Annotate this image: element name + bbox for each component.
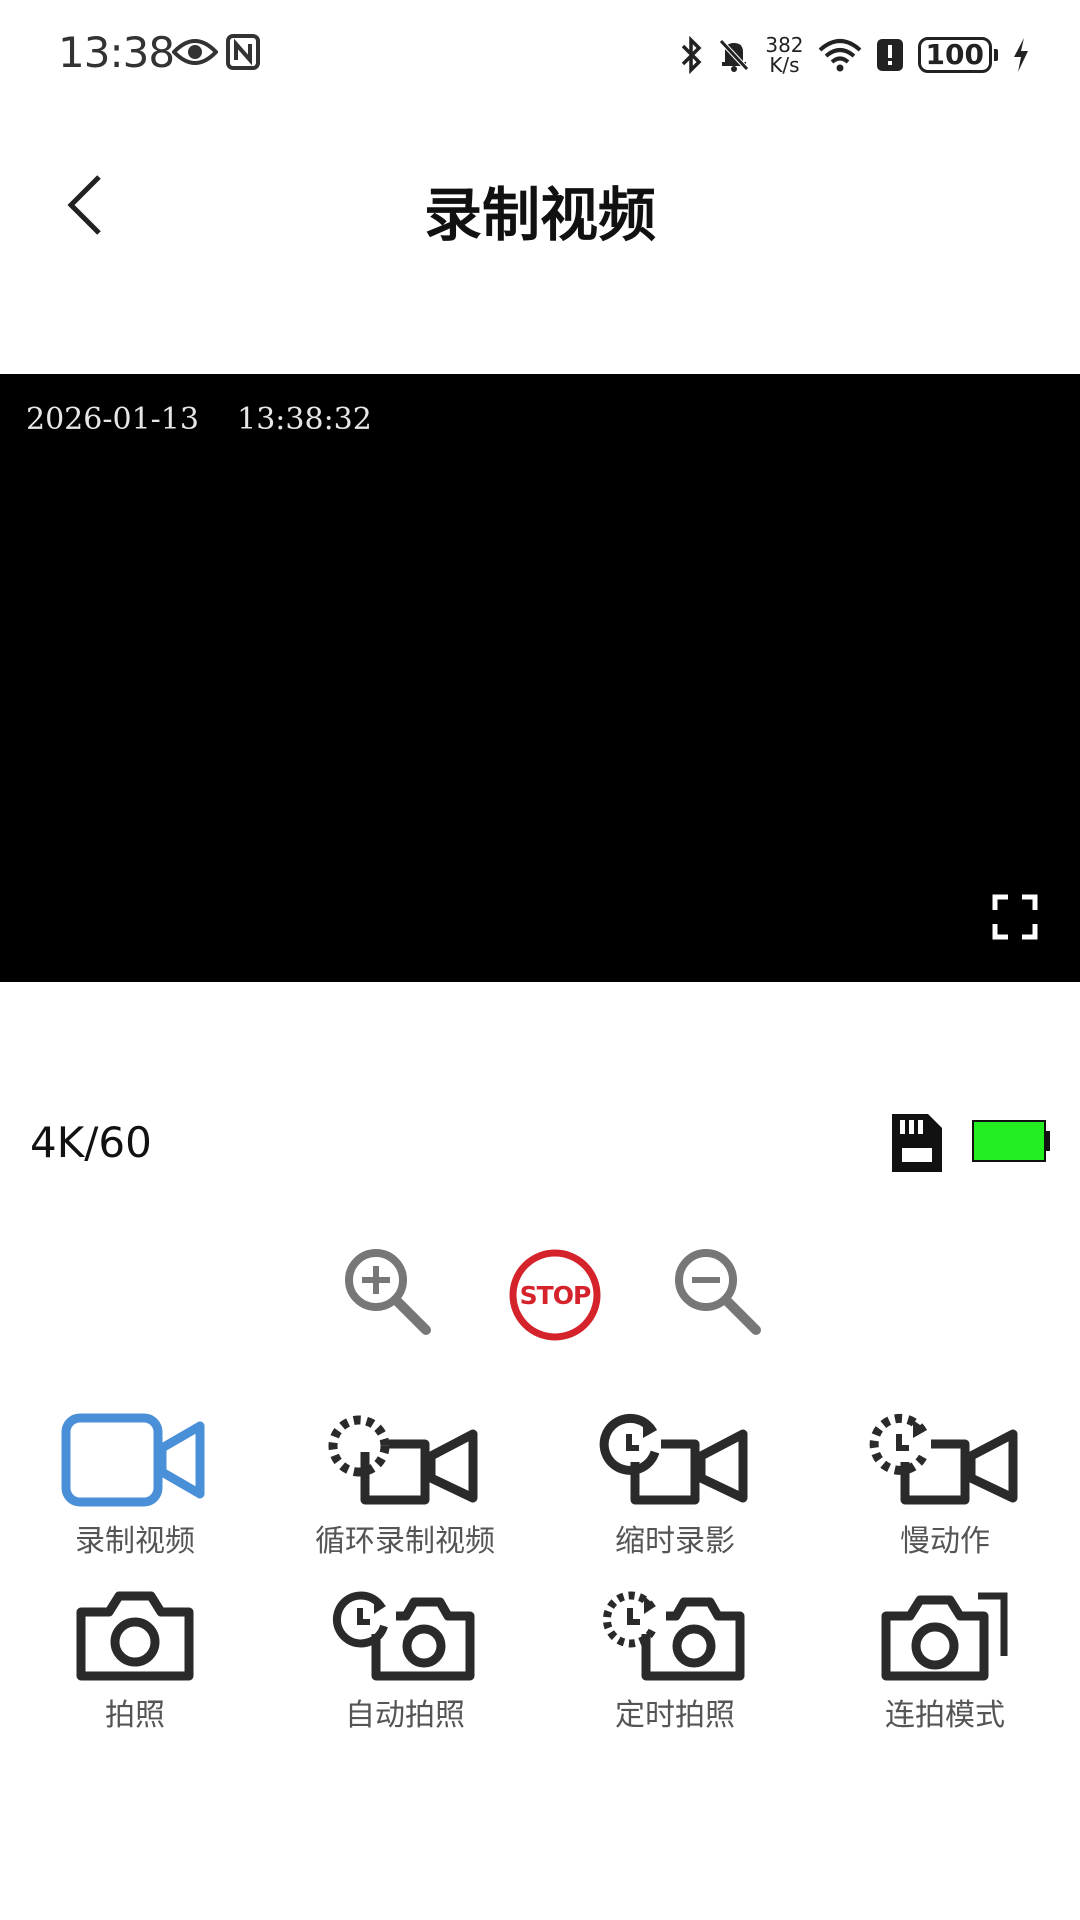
mode-label: 录制视频 xyxy=(75,1524,195,1559)
charging-icon xyxy=(1014,38,1028,72)
resolution-label: 4K/60 xyxy=(30,1118,152,1167)
device-battery xyxy=(972,1120,1046,1162)
mode-label: 循环录制视频 xyxy=(315,1524,495,1559)
mode-photo[interactable]: 拍照 xyxy=(20,1590,250,1734)
fullscreen-icon[interactable] xyxy=(992,894,1038,940)
sd-card-icon xyxy=(892,1114,942,1172)
battery-tip xyxy=(994,49,998,61)
mode-slow-motion[interactable]: 慢动作 xyxy=(830,1412,1060,1560)
zoom-out-icon[interactable] xyxy=(670,1244,764,1338)
wifi-icon xyxy=(818,39,861,72)
mode-label: 缩时录影 xyxy=(615,1524,735,1559)
nfc-icon xyxy=(226,34,260,70)
net-speed-unit: K/s xyxy=(769,53,800,77)
mode-label: 连拍模式 xyxy=(885,1698,1005,1733)
mode-auto-photo[interactable]: 自动拍照 xyxy=(290,1590,520,1734)
stop-label: STOP xyxy=(519,1280,592,1310)
bell-off-icon xyxy=(719,39,750,72)
mode-label: 定时拍照 xyxy=(615,1698,735,1733)
mode-label: 自动拍照 xyxy=(345,1698,465,1733)
eye-icon xyxy=(172,39,218,65)
timer-photo-icon xyxy=(602,1591,745,1681)
zoom-in-icon[interactable] xyxy=(340,1244,434,1338)
preview-timestamp: 2026-01-13 13:38:32 xyxy=(26,402,372,437)
bluetooth-icon xyxy=(682,36,702,74)
mode-timer-photo[interactable]: 定时拍照 xyxy=(560,1590,790,1734)
video-camera-icon xyxy=(61,1413,205,1507)
battery-icon: 100 xyxy=(917,37,998,73)
status-time: 13:38 xyxy=(58,28,175,77)
mode-burst[interactable]: 连拍模式 xyxy=(830,1590,1060,1734)
battery-level: 100 xyxy=(917,37,992,73)
net-speed: 382 K/s xyxy=(765,35,803,75)
status-bar: 13:38 382 K/s 100 xyxy=(0,0,1080,110)
page-title: 录制视频 xyxy=(423,181,656,249)
timelapse-video-icon xyxy=(599,1413,748,1505)
slow-motion-icon xyxy=(869,1413,1018,1505)
title-bar: 录制视频 xyxy=(0,140,1080,270)
status-right: 382 K/s 100 xyxy=(679,30,1030,80)
camera-preview[interactable]: 2026-01-13 13:38:32 xyxy=(0,374,1080,982)
mode-label: 慢动作 xyxy=(900,1524,990,1559)
stop-button[interactable]: STOP xyxy=(508,1248,602,1342)
device-battery-tip xyxy=(1046,1131,1050,1151)
burst-photo-icon xyxy=(881,1592,1008,1681)
mode-loop-video[interactable]: 循环录制视频 xyxy=(290,1412,520,1560)
net-speed-value: 382 xyxy=(765,33,804,57)
loop-video-icon xyxy=(328,1415,478,1505)
auto-photo-icon xyxy=(332,1591,475,1681)
mode-record-video[interactable]: 录制视频 xyxy=(20,1412,250,1560)
mode-label: 拍照 xyxy=(105,1698,165,1733)
alert-icon xyxy=(876,39,903,71)
mode-timelapse[interactable]: 缩时录影 xyxy=(560,1412,790,1560)
camera-icon xyxy=(76,1591,194,1681)
